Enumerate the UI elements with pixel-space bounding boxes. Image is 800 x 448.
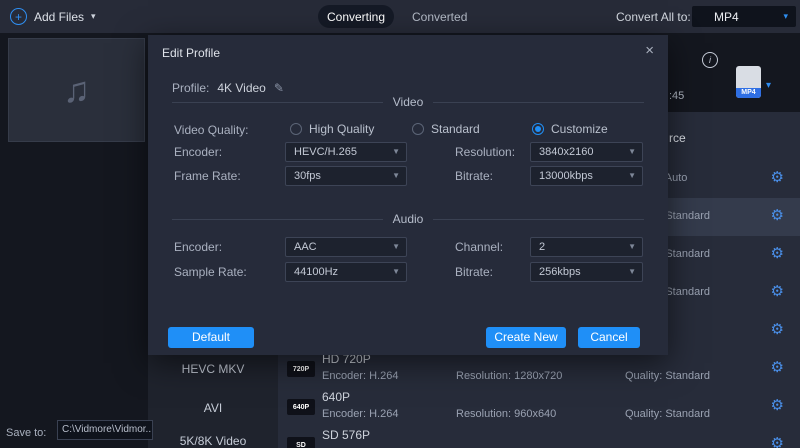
chevron-down-icon: ▼ xyxy=(628,167,636,185)
radio-checked-icon xyxy=(532,123,544,135)
profile-row-640p[interactable]: 640P 640P Encoder: H.264 Resolution: 960… xyxy=(278,388,800,426)
output-format-label: MP4 xyxy=(736,88,761,98)
gear-icon[interactable]: ⚙ xyxy=(771,360,784,375)
profile-row-sd576p[interactable]: SD SD 576P ⚙ xyxy=(278,426,800,448)
tab-converting[interactable]: Converting xyxy=(318,5,394,28)
media-duration: :45 xyxy=(669,90,684,102)
profile-encoder: Encoder: H.264 xyxy=(322,408,398,420)
profile-resolution: Resolution: 960x640 xyxy=(456,408,556,420)
music-note-icon: ♫ xyxy=(63,69,90,111)
audio-section-header: Audio xyxy=(172,212,644,226)
radio-customize[interactable]: Customize xyxy=(532,122,608,136)
gear-icon[interactable]: ⚙ xyxy=(771,322,784,337)
app-window: ♫ i :45 MP4 ▾ rce HEVC MKV AVI 5K/8K Vid… xyxy=(0,0,800,448)
save-to-label: Save to: xyxy=(6,427,46,439)
gear-icon[interactable]: ⚙ xyxy=(771,170,784,185)
close-icon[interactable]: × xyxy=(645,42,654,59)
audio-encoder-label: Encoder: xyxy=(174,237,222,257)
video-encoder-dropdown[interactable]: HEVC/H.265 ▼ xyxy=(285,142,407,162)
gear-icon[interactable]: ⚙ xyxy=(771,208,784,223)
plus-icon: + xyxy=(10,8,27,25)
profile-quality: Quality: Standard xyxy=(625,370,710,382)
save-to-input[interactable]: C:\Vidmore\Vidmor... xyxy=(57,420,153,440)
audio-row-1: Encoder: AAC ▼ Channel: 2 ▼ xyxy=(148,237,668,257)
chevron-down-icon: ▼ xyxy=(628,143,636,161)
add-files-button[interactable]: + Add Files ▾ xyxy=(10,0,96,33)
chevron-down-icon: ▾ xyxy=(91,11,96,22)
video-row-2: Frame Rate: 30fps ▼ Bitrate: 13000kbps ▼ xyxy=(148,166,668,186)
edit-profile-dialog: Edit Profile × Profile: 4K Video ✎ Video… xyxy=(148,35,668,355)
profile-row-hd720p[interactable]: 720P HD 720P Encoder: H.264 Resolution: … xyxy=(278,350,800,388)
chevron-down-icon: ▾ xyxy=(783,11,788,22)
sample-rate-label: Sample Rate: xyxy=(174,262,247,282)
sidebar-item-hevc-mkv[interactable]: HEVC MKV xyxy=(148,362,278,376)
resolution-label: Resolution: xyxy=(455,142,515,162)
resolution-dropdown[interactable]: 3840x2160 ▼ xyxy=(530,142,643,162)
gear-icon[interactable]: ⚙ xyxy=(771,398,784,413)
top-bar: + Add Files ▾ Converting Converted Conve… xyxy=(0,0,800,33)
resolution-badge: 640P xyxy=(287,399,315,415)
radio-icon xyxy=(412,123,424,135)
chevron-down-icon: ▼ xyxy=(628,238,636,256)
encoder-label: Encoder: xyxy=(174,142,222,162)
frame-rate-dropdown[interactable]: 30fps ▼ xyxy=(285,166,407,186)
default-button[interactable]: Default xyxy=(168,327,254,348)
channel-dropdown[interactable]: 2 ▼ xyxy=(530,237,643,257)
dialog-title: Edit Profile xyxy=(162,46,220,60)
chevron-down-icon: ▼ xyxy=(628,263,636,281)
resolution-badge: 720P xyxy=(287,361,315,377)
convert-all-value: MP4 xyxy=(714,10,739,24)
profile-title: 640P xyxy=(322,390,350,404)
chevron-down-icon: ▼ xyxy=(392,238,400,256)
video-bitrate-dropdown[interactable]: 13000kbps ▼ xyxy=(530,166,643,186)
panel-header-fragment: rce xyxy=(669,131,686,145)
info-icon[interactable]: i xyxy=(702,52,718,68)
radio-high-quality[interactable]: High Quality xyxy=(290,122,374,136)
profile-label: Profile: xyxy=(172,81,209,95)
gear-icon[interactable]: ⚙ xyxy=(771,246,784,261)
audio-bitrate-dropdown[interactable]: 256kbps ▼ xyxy=(530,262,643,282)
chevron-down-icon: ▼ xyxy=(392,263,400,281)
output-format-caret-icon[interactable]: ▾ xyxy=(766,80,771,91)
resolution-badge: SD xyxy=(287,437,315,448)
frame-rate-label: Frame Rate: xyxy=(174,166,241,186)
profile-encoder: Encoder: H.264 xyxy=(322,370,398,382)
tab-converted[interactable]: Converted xyxy=(412,5,467,28)
create-new-button[interactable]: Create New xyxy=(486,327,566,348)
audio-bitrate-label: Bitrate: xyxy=(455,262,493,282)
gear-icon[interactable]: ⚙ xyxy=(771,284,784,299)
video-quality-label: Video Quality: xyxy=(174,123,249,137)
chevron-down-icon: ▼ xyxy=(392,143,400,161)
sidebar-item-avi[interactable]: AVI xyxy=(148,401,278,415)
channel-label: Channel: xyxy=(455,237,503,257)
profile-resolution: Resolution: 1280x720 xyxy=(456,370,562,382)
profile-name-value: 4K Video xyxy=(217,81,266,95)
video-section-header: Video xyxy=(172,95,644,109)
media-thumbnail: ♫ xyxy=(8,38,145,142)
video-bitrate-label: Bitrate: xyxy=(455,166,493,186)
audio-encoder-dropdown[interactable]: AAC ▼ xyxy=(285,237,407,257)
audio-row-2: Sample Rate: 44100Hz ▼ Bitrate: 256kbps … xyxy=(148,262,668,282)
cancel-button[interactable]: Cancel xyxy=(578,327,640,348)
profile-quality: Quality: Standard xyxy=(625,408,710,420)
profile-name-row: Profile: 4K Video ✎ xyxy=(172,81,284,95)
convert-all-dropdown[interactable]: MP4 ▾ xyxy=(692,6,796,27)
sidebar-item-5k8k[interactable]: 5K/8K Video xyxy=(148,434,278,448)
chevron-down-icon: ▼ xyxy=(392,167,400,185)
convert-all-label: Convert All to: xyxy=(616,0,691,33)
output-format-icon[interactable]: MP4 xyxy=(736,66,761,98)
edit-pencil-icon[interactable]: ✎ xyxy=(274,81,284,95)
radio-standard[interactable]: Standard xyxy=(412,122,480,136)
sample-rate-dropdown[interactable]: 44100Hz ▼ xyxy=(285,262,407,282)
add-files-label: Add Files xyxy=(34,10,84,24)
gear-icon[interactable]: ⚙ xyxy=(771,436,784,448)
video-row-1: Encoder: HEVC/H.265 ▼ Resolution: 3840x2… xyxy=(148,142,668,162)
radio-icon xyxy=(290,123,302,135)
profile-title: SD 576P xyxy=(322,428,370,442)
